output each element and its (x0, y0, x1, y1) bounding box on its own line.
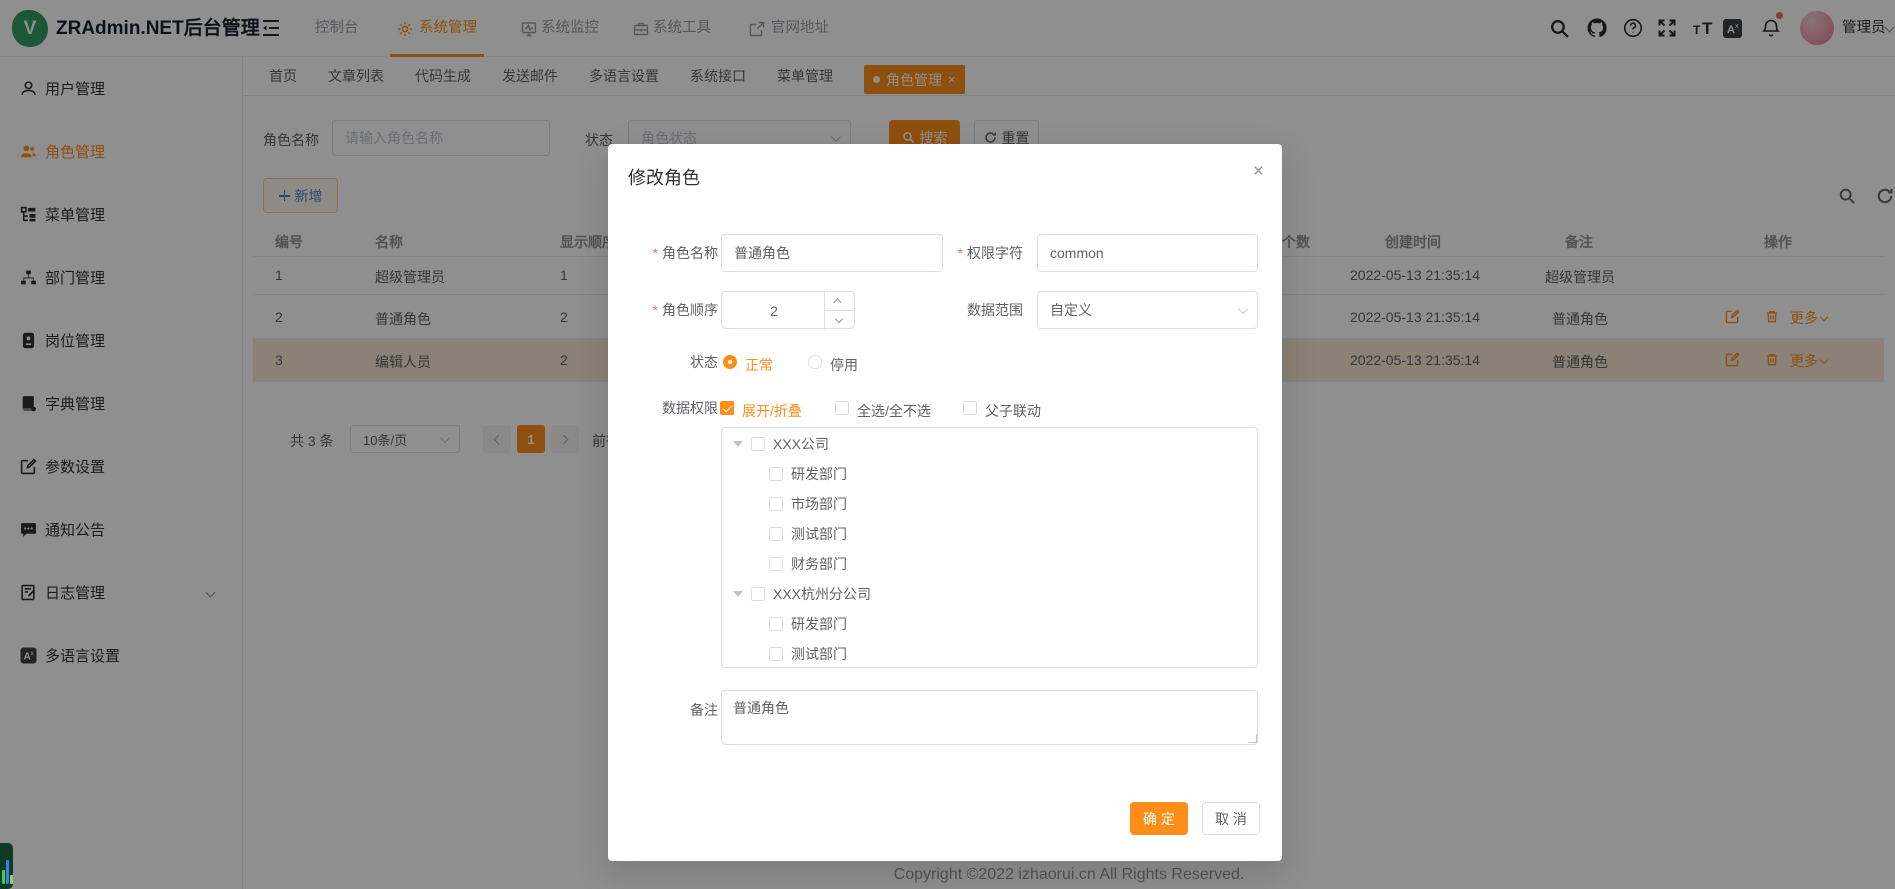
stepper-down-button[interactable] (824, 311, 854, 330)
status-field-label: 状态 (608, 347, 718, 377)
role-order-field-label: * 角色顺序 (608, 291, 718, 329)
expand-collapse-checkbox[interactable] (720, 401, 734, 415)
data-scope-value: 自定义 (1050, 300, 1092, 320)
tree-checkbox[interactable] (769, 557, 783, 571)
tree-checkbox[interactable] (769, 647, 783, 661)
status-disabled-label[interactable]: 停用 (830, 355, 858, 375)
tree-checkbox[interactable] (769, 497, 783, 511)
status-normal-label[interactable]: 正常 (745, 355, 773, 375)
tree-checkbox[interactable] (769, 527, 783, 541)
tree-checkbox[interactable] (751, 587, 765, 601)
tree-node[interactable]: 研发部门 (722, 609, 1257, 639)
role-name-field-label: * 角色名称 (608, 234, 718, 272)
status-disabled-radio[interactable] (808, 355, 822, 369)
tree-node[interactable]: 财务部门 (722, 549, 1257, 579)
perm-char-input[interactable] (1037, 234, 1258, 272)
tree-checkbox[interactable] (769, 617, 783, 631)
select-chevron-icon (1238, 304, 1248, 314)
data-perm-field-label: 数据权限 (608, 393, 718, 423)
chevron-up-icon (833, 298, 841, 306)
dialog-title: 修改角色 (628, 164, 700, 190)
role-order-value: 2 (722, 292, 826, 330)
tree-node[interactable]: 研发部门 (722, 459, 1257, 489)
tree-checkbox[interactable] (769, 467, 783, 481)
screen: V ZRAdmin.NET后台管理 控制台 系统管理 系统监控 系统工具 官网地… (0, 0, 1895, 889)
parent-child-link-checkbox[interactable] (963, 401, 977, 415)
tree-node-label: 研发部门 (791, 614, 847, 634)
tree-node[interactable]: 测试部门 (722, 519, 1257, 549)
required-marker: * (958, 245, 963, 261)
required-marker: * (653, 302, 658, 318)
tree-node[interactable]: 市场部门 (722, 489, 1257, 519)
expand-collapse-label[interactable]: 展开/折叠 (742, 401, 802, 421)
required-marker: * (653, 245, 658, 261)
stepper-controls (824, 292, 854, 330)
tree-node-label: 市场部门 (791, 494, 847, 514)
tree-node[interactable]: XXX公司 (722, 429, 1257, 459)
data-scope-field-label: 数据范围 (908, 291, 1023, 329)
confirm-button[interactable]: 确 定 (1130, 802, 1188, 835)
tree-expand-icon[interactable] (733, 591, 743, 597)
edit-role-dialog: 修改角色 × * 角色名称 * 权限字符 * 角色顺序 2 数据范围 (608, 144, 1282, 861)
select-all-label[interactable]: 全选/全不选 (857, 401, 931, 421)
chevron-down-icon (835, 315, 843, 323)
perm-char-field-label: * 权限字符 (908, 234, 1023, 272)
cancel-button[interactable]: 取 消 (1202, 802, 1260, 835)
stepper-up-button[interactable] (824, 292, 854, 311)
tree-checkbox[interactable] (751, 437, 765, 451)
tree-expand-icon[interactable] (733, 441, 743, 447)
select-all-checkbox[interactable] (835, 401, 849, 415)
role-order-stepper[interactable]: 2 (721, 291, 855, 329)
tree-node[interactable]: XXX杭州分公司 (722, 579, 1257, 609)
tree-node-label: 研发部门 (791, 464, 847, 484)
dialog-close-icon[interactable]: × (1253, 162, 1264, 181)
tree-node-label: 财务部门 (791, 554, 847, 574)
tree-node-label: 测试部门 (791, 644, 847, 664)
tree-node-label: 测试部门 (791, 524, 847, 544)
dept-permission-tree: XXX公司 研发部门 市场部门 测试部门 财务部门 XXX杭州分公司 研发部门 … (721, 427, 1258, 668)
status-normal-radio[interactable] (723, 355, 737, 369)
tree-node-label: XXX公司 (773, 434, 829, 454)
parent-child-link-label[interactable]: 父子联动 (985, 401, 1041, 421)
tree-node[interactable]: 测试部门 (722, 639, 1257, 668)
remark-textarea[interactable]: 普通角色 (721, 690, 1258, 745)
tree-node-label: XXX杭州分公司 (773, 584, 871, 604)
remark-field-label: 备注 (608, 695, 718, 725)
corner-widget (0, 843, 13, 889)
data-scope-select[interactable]: 自定义 (1037, 291, 1258, 329)
